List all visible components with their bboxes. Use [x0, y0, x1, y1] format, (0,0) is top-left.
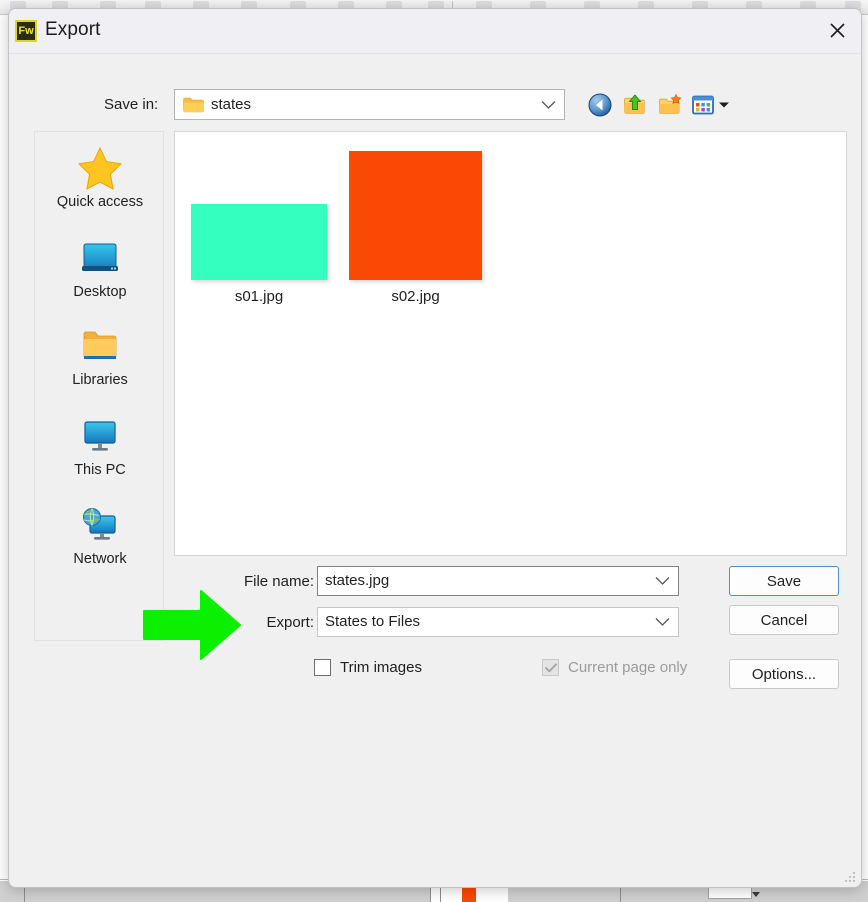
export-dialog: Fw Export Save in: states Quick access D…: [8, 8, 862, 888]
views-icon: [692, 95, 714, 115]
file-name-label: s02.jpg: [391, 288, 440, 305]
file-thumbnail: [349, 151, 482, 280]
sidebar-item-quick-access[interactable]: Quick access: [35, 144, 165, 210]
checkbox-box: [314, 659, 331, 676]
chevron-down-icon[interactable]: [655, 577, 670, 586]
network-icon: [35, 501, 165, 549]
check-icon: [544, 662, 557, 672]
dialog-titlebar[interactable]: Fw Export: [9, 9, 861, 54]
new-folder-icon: [659, 93, 682, 114]
folder-icon: [35, 322, 165, 370]
file-list-panel[interactable]: s01.jpg s02.jpg: [174, 131, 847, 556]
file-name-input[interactable]: states.jpg: [317, 566, 679, 596]
save-in-value: states: [211, 96, 252, 113]
views-button[interactable]: [692, 92, 732, 118]
monitor-icon: [35, 412, 165, 460]
laptop-icon: [35, 234, 165, 282]
save-in-combobox[interactable]: states: [174, 89, 565, 120]
sidebar-label: This PC: [74, 462, 126, 478]
dialog-title: Export: [45, 19, 101, 40]
checkbox-box: [542, 659, 559, 676]
current-page-only-label: Current page only: [568, 659, 688, 676]
file-name-label: s01.jpg: [234, 288, 284, 305]
up-level-button[interactable]: [622, 92, 648, 118]
sidebar-label: Desktop: [73, 284, 127, 300]
sidebar-item-desktop[interactable]: Desktop: [35, 234, 165, 300]
back-button[interactable]: [587, 92, 613, 118]
file-name-label: File name:: [243, 573, 314, 590]
close-button[interactable]: [813, 9, 861, 52]
sidebar-item-this-pc[interactable]: This PC: [35, 412, 165, 478]
cancel-button[interactable]: Cancel: [729, 605, 839, 635]
back-arrow-icon: [588, 93, 612, 117]
options-button[interactable]: Options...: [729, 659, 839, 689]
current-page-only-checkbox: Current page only: [542, 659, 687, 676]
fireworks-icon: Fw: [15, 20, 37, 42]
places-sidebar: Quick access Desktop Libraries This PC N…: [34, 131, 164, 641]
file-name-value: states.jpg: [325, 572, 390, 589]
save-in-label: Save in:: [104, 96, 159, 113]
sidebar-label: Libraries: [72, 372, 128, 388]
chevron-down-icon[interactable]: [655, 618, 670, 627]
file-thumbnail: [191, 204, 327, 280]
bg-caret-icon: [752, 892, 760, 897]
trim-images-checkbox[interactable]: Trim images: [314, 659, 422, 676]
export-combobox[interactable]: States to Files: [317, 607, 679, 637]
folder-icon: [183, 97, 204, 113]
sidebar-item-libraries[interactable]: Libraries: [35, 322, 165, 388]
sidebar-label: Network: [73, 551, 127, 567]
sidebar-item-network[interactable]: Network: [35, 501, 165, 567]
up-folder-icon: [624, 94, 645, 114]
save-button[interactable]: Save: [729, 566, 839, 596]
sidebar-label: Quick access: [56, 194, 144, 210]
chevron-down-icon: [541, 100, 556, 109]
export-value: States to Files: [325, 613, 421, 630]
resize-grip[interactable]: [844, 871, 857, 884]
screen: Fw Export Save in: states Quick access D…: [0, 0, 868, 902]
export-label: Export:: [266, 614, 314, 631]
file-item-s02[interactable]: s02.jpg: [349, 151, 482, 305]
new-folder-button[interactable]: [657, 92, 683, 118]
trim-images-label: Trim images: [340, 659, 422, 676]
views-caret-icon: [719, 102, 729, 108]
star-icon: [35, 144, 165, 192]
file-item-s01[interactable]: s01.jpg: [191, 204, 327, 305]
close-icon: [829, 23, 845, 38]
